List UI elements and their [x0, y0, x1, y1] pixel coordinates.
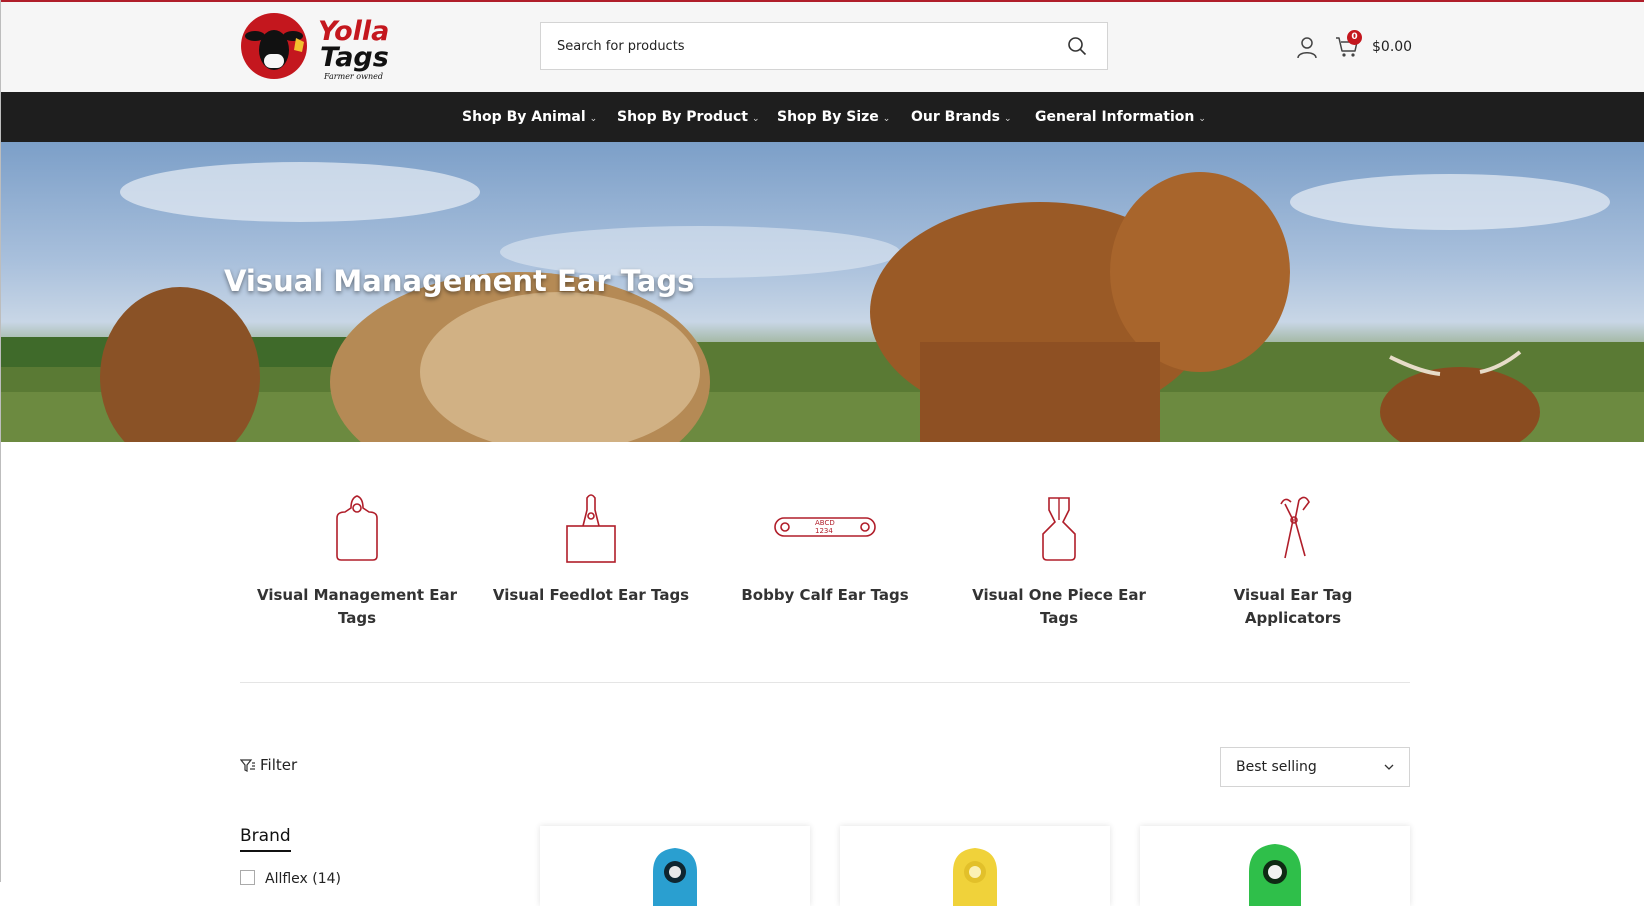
bobby-tag-text-line-1: ABCD [815, 519, 835, 527]
nav-label: General Information [1035, 109, 1195, 125]
cart-count-badge: 0 [1347, 30, 1362, 45]
nav-label: Shop By Size [777, 109, 879, 125]
category-label: Visual One Piece Ear Tags [972, 586, 1146, 627]
one-piece-tag-icon [1042, 497, 1076, 561]
nav-our-brands[interactable]: Our Brands ⌄ [911, 92, 1012, 142]
nav-shop-by-size[interactable]: Shop By Size ⌄ [777, 92, 890, 142]
filter-button[interactable]: Filter [239, 756, 298, 774]
nav-label: Shop By Product [617, 109, 748, 125]
window-edge [0, 0, 1, 882]
feedlot-tag-icon [566, 494, 616, 563]
category-visual-one-piece-ear-tags[interactable]: Visual One Piece Ear Tags [942, 490, 1176, 630]
cart-total[interactable]: $0.00 [1372, 39, 1412, 55]
category-visual-feedlot-ear-tags[interactable]: Visual Feedlot Ear Tags [474, 490, 708, 607]
category-label: Visual Feedlot Ear Tags [492, 586, 690, 604]
product-card[interactable] [1140, 826, 1410, 906]
ear-tag-product-image [953, 848, 997, 906]
checkbox[interactable] [240, 870, 255, 885]
chevron-down-icon: ⌄ [882, 114, 891, 124]
search-input[interactable] [557, 23, 1037, 69]
filter-icon [239, 758, 255, 772]
search-icon[interactable] [1067, 36, 1087, 56]
bobby-tag-text-line-2: 1234 [815, 527, 833, 535]
product-card[interactable] [840, 826, 1110, 906]
chevron-down-icon: ⌄ [1198, 114, 1206, 124]
hero-banner: Visual Management Ear Tags [0, 142, 1644, 442]
category-visual-ear-tag-applicators[interactable]: Visual Ear Tag Applicators [1176, 490, 1410, 630]
chevron-down-icon: ⌄ [752, 114, 760, 124]
user-icon[interactable] [1296, 36, 1318, 60]
ear-tag-product-image [653, 848, 697, 906]
section-divider [240, 682, 1410, 683]
nav-label: Our Brands [911, 109, 1000, 125]
nav-label: Shop By Animal [462, 109, 586, 125]
sort-select[interactable]: Best selling [1220, 747, 1410, 787]
category-bobby-calf-ear-tags[interactable]: ABCD 1234 Bobby Calf Ear Tags [708, 490, 942, 607]
category-label: Visual Ear Tag Applicators [1233, 586, 1353, 627]
nav-shop-by-product[interactable]: Shop By Product ⌄ [617, 92, 760, 142]
yolla-tags-logo[interactable]: Yolla Tags Farmer owned [238, 10, 406, 82]
brand-option-allflex[interactable]: Allflex (14) [240, 870, 341, 887]
search-bar [540, 22, 1108, 70]
main-navigation: Shop By Animal ⌄ Shop By Product ⌄ Shop By… [0, 92, 1644, 142]
ear-tag-product-image [1249, 844, 1301, 906]
page-title: Visual Management Ear Tags [224, 264, 695, 298]
chevron-down-icon: ⌄ [1004, 114, 1012, 124]
brand-option-label: Allflex (14) [265, 871, 342, 887]
sort-value: Best selling [1236, 759, 1317, 775]
svg-text:Tags: Tags [320, 42, 389, 73]
chevron-down-icon: ⌄ [589, 114, 598, 124]
brand-filter-title[interactable]: Brand [240, 826, 291, 852]
category-label: Visual Management Ear Tags [257, 586, 457, 627]
filter-label: Filter [260, 756, 298, 774]
chevron-down-icon [1384, 764, 1394, 770]
bobby-calf-tag-icon: ABCD 1234 [774, 517, 876, 537]
product-card[interactable] [540, 826, 810, 906]
management-tag-icon [336, 495, 378, 561]
applicator-icon [1280, 496, 1310, 559]
site-header: Yolla Tags Farmer owned 0 $0.00 [0, 2, 1644, 92]
svg-text:Farmer owned: Farmer owned [323, 72, 383, 81]
category-label: Bobby Calf Ear Tags [741, 586, 909, 604]
nav-shop-by-animal[interactable]: Shop By Animal ⌄ [462, 92, 597, 142]
category-visual-management-ear-tags[interactable]: Visual Management Ear Tags [240, 490, 474, 630]
category-row: Visual Management Ear Tags Visual Feedlo… [240, 490, 1410, 640]
nav-general-information[interactable]: General Information ⌄ [1035, 92, 1206, 142]
